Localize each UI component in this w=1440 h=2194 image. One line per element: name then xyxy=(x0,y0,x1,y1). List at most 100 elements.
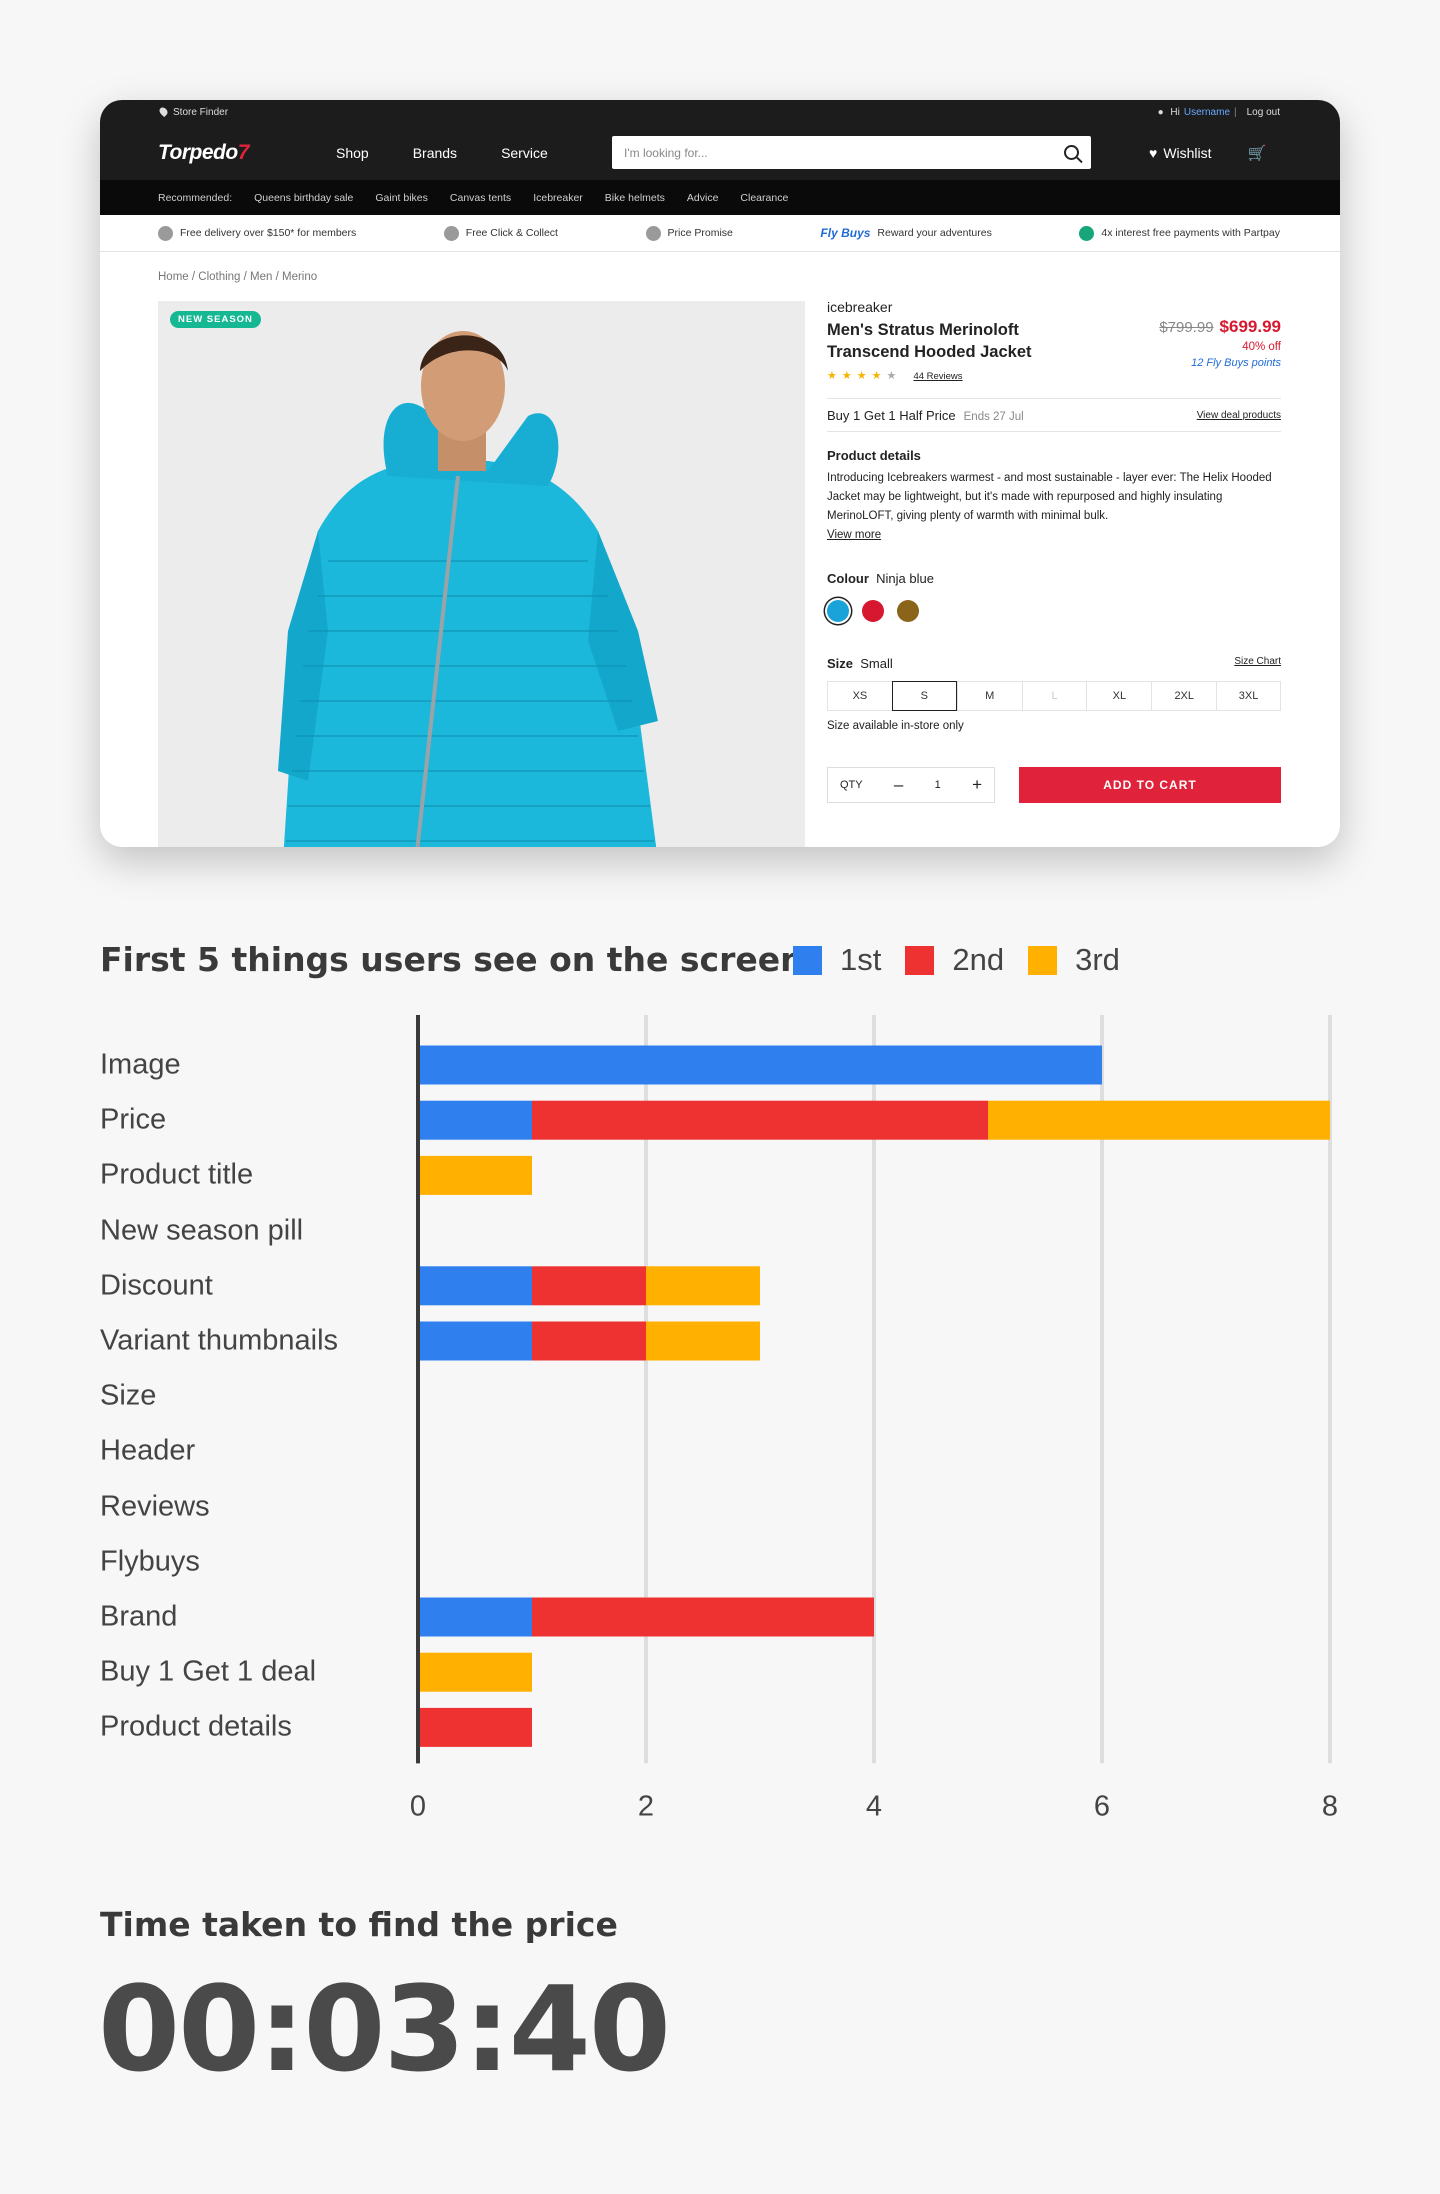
bar-1st xyxy=(418,1045,1102,1085)
category-label: Size xyxy=(100,1379,157,1412)
swatch-blue[interactable] xyxy=(827,600,849,622)
bar-2nd xyxy=(532,1321,646,1361)
x-tick-label: 2 xyxy=(638,1790,654,1822)
truck-icon xyxy=(158,225,173,241)
size-option-unavailable: L xyxy=(1021,681,1087,711)
discount-label: 40% off xyxy=(1242,341,1281,353)
x-tick-label: 0 xyxy=(410,1790,426,1822)
view-more-link[interactable]: View more xyxy=(827,529,1281,541)
brand-name[interactable]: icebreaker xyxy=(827,299,1281,315)
swatch-brown[interactable] xyxy=(897,600,919,622)
deal-bar: Buy 1 Get 1 Half Price Ends 27 Jul View d… xyxy=(827,398,1281,432)
purchase-row: QTY – 1 + ADD TO CART xyxy=(827,767,1281,803)
bar-1st xyxy=(418,1321,532,1361)
reviews-link[interactable]: 44 Reviews xyxy=(913,371,962,382)
size-selector: XS S M L XL 2XL 3XL xyxy=(827,681,1282,711)
star-icon: ★ xyxy=(841,370,857,382)
recommended-link[interactable]: Advice xyxy=(687,192,719,204)
legend-item-2nd: 2nd xyxy=(905,942,1004,978)
star-icon: ★ xyxy=(827,370,842,382)
size-option[interactable]: 3XL xyxy=(1216,681,1282,711)
size-row: Size Small Size Chart xyxy=(827,656,1281,671)
category-label: New season pill xyxy=(100,1214,304,1247)
nav-service[interactable]: Service xyxy=(501,145,548,161)
bar-2nd xyxy=(532,1100,988,1140)
recommended-link[interactable]: Queens birthday sale xyxy=(254,192,353,204)
legend-item-3rd: 3rd xyxy=(1028,942,1120,978)
recommended-link[interactable]: Gaint bikes xyxy=(375,192,428,204)
bar-3rd xyxy=(418,1652,532,1692)
size-option[interactable]: XL xyxy=(1086,681,1152,711)
variant-thumbnails xyxy=(827,600,1281,622)
partpay-icon xyxy=(1079,225,1095,241)
star-icon: ★ xyxy=(871,370,887,382)
category-label: Price xyxy=(100,1103,167,1136)
breadcrumb[interactable]: Home / Clothing / Men / Merino xyxy=(158,271,317,283)
size-option[interactable]: 2XL xyxy=(1151,681,1217,711)
perk-flybuys[interactable]: Fly Buys Reward your adventures xyxy=(820,226,991,240)
category-label: Product title xyxy=(100,1158,254,1191)
minus-icon[interactable]: – xyxy=(894,775,903,795)
perks-bar: Free delivery over $150* for members Fre… xyxy=(100,215,1340,252)
cart-icon[interactable]: 🛒 xyxy=(1248,144,1267,162)
recommended-link[interactable]: Clearance xyxy=(740,192,788,204)
size-option[interactable]: XS xyxy=(827,681,892,711)
username-link[interactable]: Username xyxy=(1184,107,1230,118)
legend-item-1st: 1st xyxy=(793,942,881,978)
user-icon: ● xyxy=(1157,107,1164,118)
category-label: Flybuys xyxy=(100,1545,200,1578)
product-page-screenshot: Store Finder ● Hi Username | Log out Torped… xyxy=(100,100,1340,847)
flybuys-logo: Fly Buys xyxy=(820,226,871,240)
plus-icon[interactable]: + xyxy=(972,775,982,795)
perk-price-promise[interactable]: Price Promise xyxy=(645,225,733,241)
search-input[interactable]: I'm looking for... xyxy=(612,136,1091,169)
product-details-heading: Product details xyxy=(827,448,921,463)
dollar-icon xyxy=(645,225,661,241)
perk-click-collect[interactable]: Free Click & Collect xyxy=(443,225,558,241)
recommended-link[interactable]: Canvas tents xyxy=(450,192,511,204)
greeting: Hi xyxy=(1170,107,1180,118)
search-placeholder: I'm looking for... xyxy=(624,145,708,160)
nav-shop[interactable]: Shop xyxy=(336,145,369,161)
category-label: Variant thumbnails xyxy=(100,1324,339,1357)
store-finder-link[interactable]: Store Finder xyxy=(173,107,228,118)
new-season-pill: NEW SEASON xyxy=(170,311,261,328)
jacket-photo-illustration xyxy=(158,301,805,847)
add-to-cart-button[interactable]: ADD TO CART xyxy=(1019,767,1281,803)
time-value: 00:03:40 xyxy=(98,1960,671,2098)
star-icon: ★ xyxy=(856,370,872,382)
view-deal-link[interactable]: View deal products xyxy=(1197,410,1281,421)
chart-legend: 1st 2nd 3rd xyxy=(793,942,1144,978)
main-nav: Torpedo7 Shop Brands Service I'm looking… xyxy=(100,125,1340,180)
perk-partpay[interactable]: 4x interest free payments with Partpay xyxy=(1079,225,1280,241)
product-info: icebreaker Men's Stratus Merinoloft Tran… xyxy=(827,299,1282,803)
bar-2nd xyxy=(532,1597,874,1637)
nav-brands[interactable]: Brands xyxy=(413,145,457,161)
quantity-value[interactable]: 1 xyxy=(935,779,941,791)
x-tick-label: 6 xyxy=(1094,1790,1110,1822)
time-title: Time taken to find the price xyxy=(100,1905,618,1944)
quantity-stepper[interactable]: QTY – 1 + xyxy=(827,767,995,803)
recommended-link[interactable]: Bike helmets xyxy=(605,192,665,204)
wishlist-button[interactable]: ♥ Wishlist xyxy=(1149,145,1212,161)
star-empty-icon: ★ xyxy=(886,370,902,382)
perk-delivery[interactable]: Free delivery over $150* for members xyxy=(158,225,356,241)
size-option-selected[interactable]: S xyxy=(891,681,957,711)
size-option[interactable]: M xyxy=(956,681,1022,711)
price-block: $799.99 $699.99 40% off 12 Fly Buys point… xyxy=(1159,317,1281,369)
search-icon[interactable] xyxy=(1064,145,1079,160)
recommended-link[interactable]: Icebreaker xyxy=(533,192,583,204)
bar-chart: 0 2 4 6 8 xyxy=(410,1015,1338,1822)
product-image[interactable]: NEW SEASON xyxy=(158,301,805,847)
category-label: Buy 1 Get 1 deal xyxy=(100,1655,317,1688)
logo[interactable]: Torpedo7 xyxy=(158,141,318,165)
swatch-red[interactable] xyxy=(862,600,884,622)
bar-2nd xyxy=(418,1707,532,1747)
current-price: $699.99 xyxy=(1219,317,1281,336)
was-price: $799.99 xyxy=(1159,319,1214,336)
bar-3rd xyxy=(646,1321,760,1361)
logout-link[interactable]: Log out xyxy=(1247,107,1280,118)
utility-bar: Store Finder ● Hi Username | Log out xyxy=(100,100,1340,125)
x-tick-label: 8 xyxy=(1322,1790,1338,1822)
size-chart-link[interactable]: Size Chart xyxy=(1234,656,1281,671)
